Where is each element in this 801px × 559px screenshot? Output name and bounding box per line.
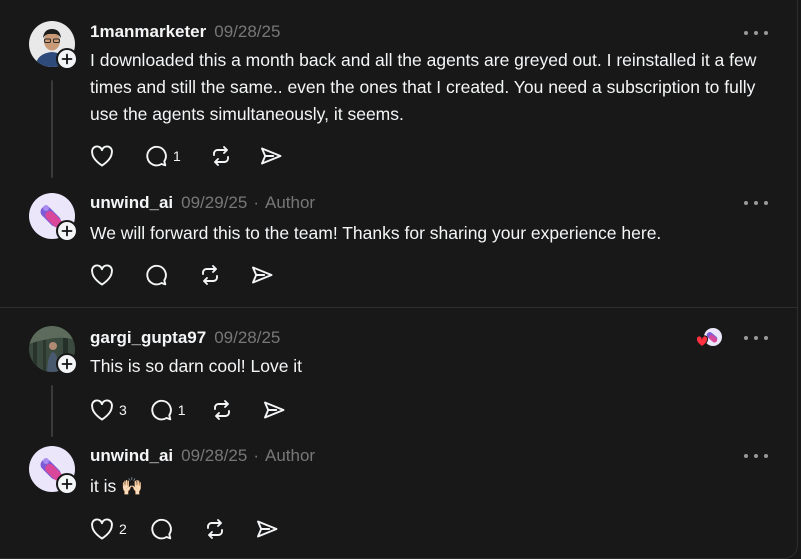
comment-text: it is 🙌🏻 — [90, 476, 143, 496]
comment-username[interactable]: 1manmarketer — [90, 22, 206, 42]
like-button[interactable] — [90, 145, 114, 167]
author-badge: Author — [264, 446, 316, 465]
separator-dot: · — [253, 193, 259, 212]
thread-line — [51, 385, 53, 437]
more-icon[interactable] — [744, 451, 768, 461]
share-button[interactable] — [255, 518, 279, 540]
comment-text: I downloaded this a month back and all t… — [90, 50, 757, 124]
comment-actions: 2 — [90, 516, 279, 542]
like-button[interactable]: 3 — [90, 399, 127, 421]
reply-button[interactable]: 1 — [144, 144, 181, 168]
comment-1: 1manmarketer 09/28/25 I downloaded this … — [0, 0, 798, 178]
repost-icon — [202, 265, 218, 285]
follow-plus-icon[interactable] — [56, 353, 78, 375]
separator-dot: · — [253, 446, 259, 465]
share-icon — [260, 147, 282, 165]
repost-button[interactable] — [209, 144, 233, 168]
repost-icon — [212, 146, 229, 166]
repost-icon — [206, 519, 223, 539]
comment-icon — [146, 264, 167, 286]
share-icon — [252, 266, 273, 284]
heart-icon — [695, 335, 709, 348]
liked-by-author-badge — [695, 327, 725, 354]
heart-icon — [91, 399, 113, 421]
follow-plus-icon[interactable] — [56, 473, 78, 495]
comment-actions: 3 1 — [90, 397, 286, 423]
share-button[interactable] — [259, 145, 283, 167]
comment-icon — [151, 518, 172, 540]
share-button[interactable] — [262, 399, 286, 421]
comment-date[interactable]: 09/29/25 — [181, 193, 247, 213]
thread-line — [51, 80, 53, 178]
more-icon[interactable] — [744, 28, 768, 38]
share-icon — [256, 520, 278, 538]
comment-date[interactable]: 09/28/25 — [181, 446, 247, 466]
like-button[interactable] — [90, 264, 114, 286]
share-button[interactable] — [250, 264, 274, 286]
heart-icon — [91, 145, 113, 167]
repost-icon — [213, 400, 230, 420]
comments-panel: 1manmarketer 09/28/25 I downloaded this … — [0, 0, 798, 559]
like-button[interactable]: 2 — [90, 518, 127, 540]
comment-actions — [90, 262, 274, 288]
share-icon — [263, 401, 285, 419]
reply-button[interactable] — [149, 517, 173, 541]
reply-1: unwind_ai 09/29/25 · Author We will forw… — [0, 180, 798, 305]
comment-date[interactable]: 09/28/25 — [214, 22, 280, 42]
more-icon[interactable] — [744, 333, 768, 343]
like-count: 2 — [119, 521, 127, 537]
heart-icon — [91, 264, 113, 286]
follow-plus-icon[interactable] — [56, 220, 78, 242]
follow-plus-icon[interactable] — [56, 48, 78, 70]
comment-2: gargi_gupta97 09/28/25 This is so darn c… — [0, 308, 798, 437]
reply-2: unwind_ai 09/28/25 · Author it is 🙌🏻 2 — [0, 433, 798, 559]
heart-icon — [91, 518, 113, 540]
repost-button[interactable] — [210, 398, 234, 422]
comment-username[interactable]: unwind_ai — [90, 193, 173, 213]
comment-icon — [146, 145, 167, 167]
comment-username[interactable]: gargi_gupta97 — [90, 328, 206, 348]
comment-date[interactable]: 09/28/25 — [214, 328, 280, 348]
comment-username[interactable]: unwind_ai — [90, 446, 173, 466]
comment-actions: 1 — [90, 143, 283, 169]
comment-text: This is so darn cool! Love it — [90, 356, 303, 376]
repost-button[interactable] — [198, 263, 222, 287]
reply-count: 1 — [177, 402, 186, 418]
repost-button[interactable] — [203, 517, 227, 541]
reply-count: 1 — [173, 148, 181, 164]
more-icon[interactable] — [744, 198, 768, 208]
author-badge: Author — [264, 193, 316, 212]
comment-text: We will forward this to the team! Thanks… — [90, 223, 662, 243]
comment-icon — [151, 399, 172, 421]
reply-button[interactable] — [144, 263, 168, 287]
reply-button[interactable]: 1 — [149, 398, 186, 422]
like-count: 3 — [119, 402, 127, 418]
